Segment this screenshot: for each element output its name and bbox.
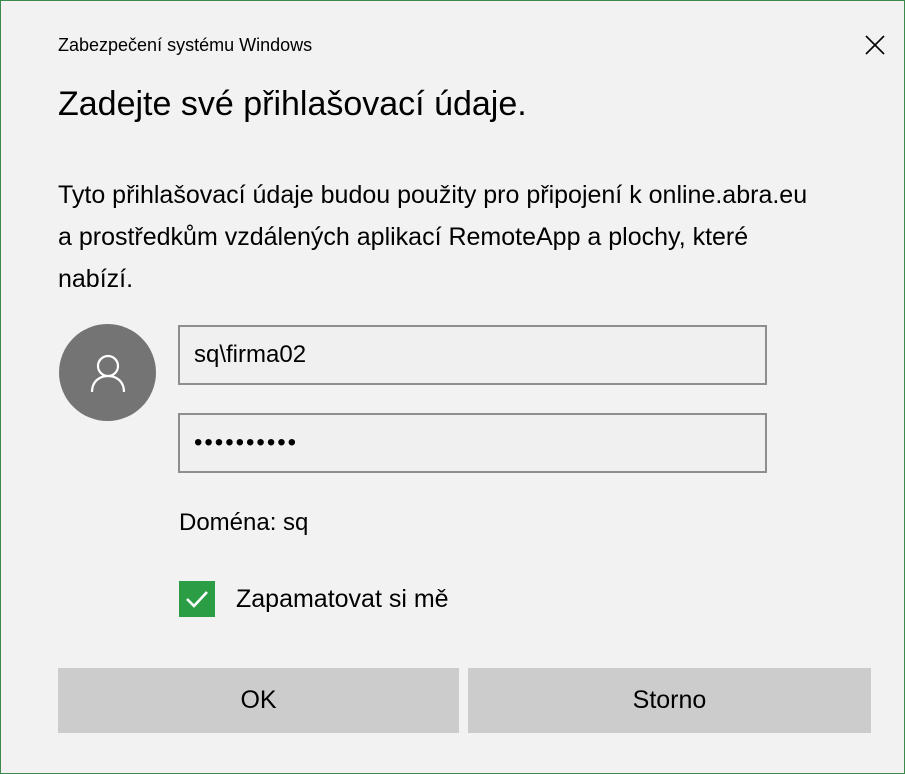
window-title: Zabezpečení systému Windows <box>58 35 313 55</box>
password-input[interactable] <box>178 413 767 473</box>
domain-label: Doména: sq <box>179 509 309 536</box>
ok-button[interactable]: OK <box>58 668 459 733</box>
remember-me-label: Zapamatovat si mě <box>236 584 449 613</box>
remember-me-checkbox[interactable] <box>179 581 215 617</box>
remember-me-toggle[interactable]: Zapamatovat si mě <box>179 581 449 617</box>
checkmark-icon <box>186 591 208 608</box>
avatar <box>59 324 156 421</box>
close-icon <box>865 35 885 55</box>
cancel-button[interactable]: Storno <box>468 668 871 733</box>
credentials-dialog: Zabezpečení systému Windows Zadejte své … <box>0 0 905 774</box>
dialog-description: Tyto přihlašovací údaje budou použity pr… <box>58 181 808 293</box>
username-input[interactable] <box>178 325 767 385</box>
dialog-heading: Zadejte své přihlašovací údaje. <box>58 85 527 123</box>
user-icon <box>90 354 125 392</box>
close-button[interactable] <box>853 23 897 67</box>
